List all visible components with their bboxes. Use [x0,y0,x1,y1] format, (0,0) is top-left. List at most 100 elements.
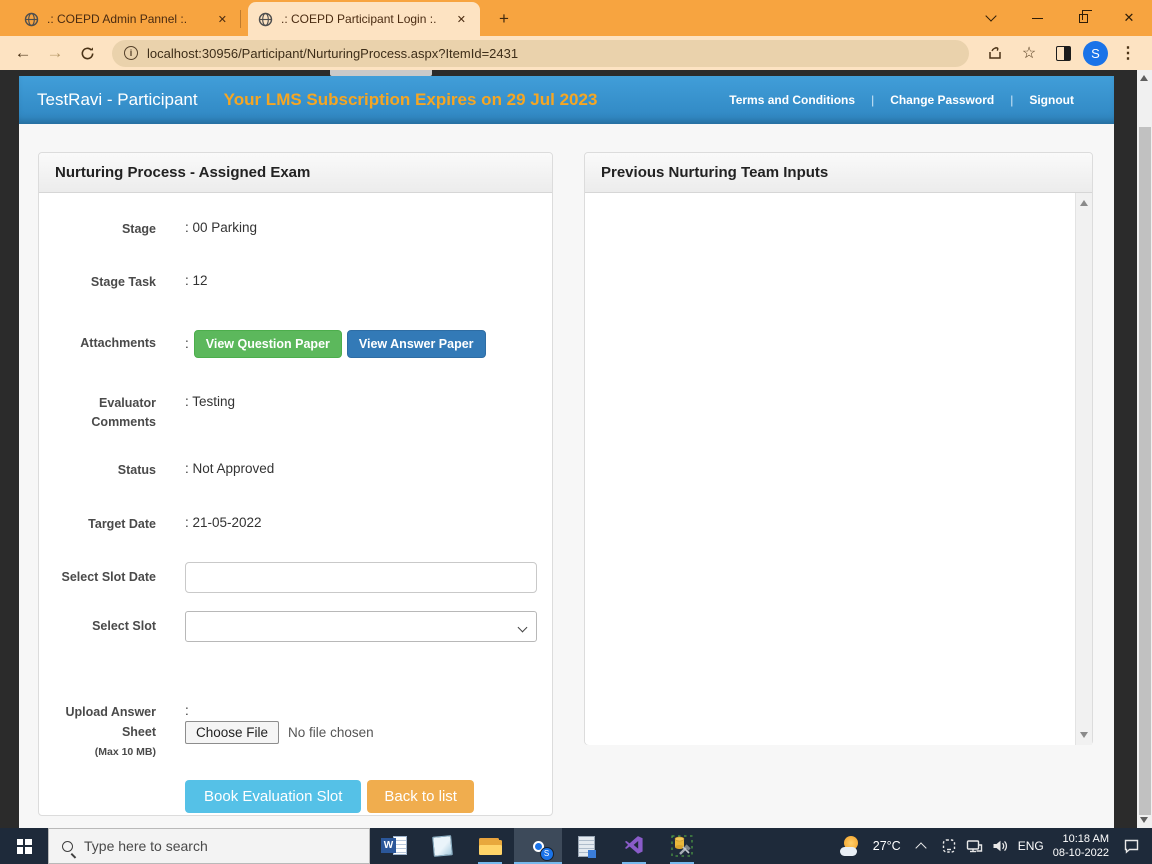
upload-control: : Choose File No file chosen [185,703,374,744]
scroll-up-icon[interactable] [1140,75,1148,81]
terms-link[interactable]: Terms and Conditions [725,93,859,107]
taskbar-item-word[interactable]: W [370,828,418,864]
tab-close-icon[interactable]: ✕ [214,11,231,28]
view-question-paper-button[interactable]: View Question Paper [194,330,342,358]
action-buttons-row: Book Evaluation Slot Back to list [39,780,552,813]
upload-label: Upload Answer Sheet (Max 10 MB) [39,703,156,761]
taskbar-item-chrome[interactable]: S [514,828,562,864]
header-links: Terms and Conditions | Change Password |… [725,93,1078,107]
share-button[interactable] [981,40,1009,66]
back-to-list-button[interactable]: Back to list [367,780,474,813]
site-header: TestRavi - Participant Your LMS Subscrip… [19,76,1114,124]
scroll-up-icon[interactable] [1080,200,1088,206]
minimize-button[interactable] [1014,0,1060,36]
slot-date-input[interactable] [185,562,537,593]
target-date-label: Target Date [39,515,156,534]
chevron-down-icon [985,10,996,21]
stage-value: : 00 Parking [185,220,257,235]
start-button[interactable] [0,828,48,864]
tab-close-icon[interactable]: ✕ [453,11,470,28]
taskbar-clock[interactable]: 10:18 AM 08-10-2022 [1053,832,1109,861]
stage-label: Stage [39,220,156,239]
view-answer-paper-button[interactable]: View Answer Paper [347,330,486,358]
visual-studio-icon [623,835,645,857]
target-date-value: : 21-05-2022 [185,515,262,530]
close-window-button[interactable]: ✕ [1106,0,1152,36]
dev-tool-icon [671,835,693,857]
back-button[interactable]: ← [10,40,36,66]
date-label: 08-10-2022 [1053,847,1109,859]
weather-icon[interactable] [840,836,864,856]
taskbar-item-dev-tool[interactable] [658,828,706,864]
reload-button[interactable] [74,40,100,66]
speaker-icon [992,838,1009,854]
taskbar-item-visual-studio[interactable] [610,828,658,864]
temperature-label[interactable]: 27°C [873,839,901,853]
slot-date-row: Select Slot Date [39,562,552,593]
action-center-button[interactable] [1118,838,1144,854]
taskbar-item-notepad[interactable] [418,828,466,864]
browser-menu-button[interactable]: ⋮ [1114,40,1142,66]
browser-tab-bar: .: COEPD Admin Pannel :. ✕ .: COEPD Part… [0,0,1152,36]
link-separator: | [871,93,874,107]
profile-avatar[interactable]: S [1083,41,1108,66]
tab-search-button[interactable] [968,0,1014,36]
notepad-icon [432,835,453,857]
search-input[interactable] [84,838,334,854]
stage-task-row: Stage Task : 12 [39,273,552,292]
taskbar-search[interactable] [48,828,370,864]
tab-title: .: COEPD Participant Login :. [281,12,445,26]
link-separator: | [1010,93,1013,107]
stage-task-label: Stage Task [39,273,156,292]
signout-link[interactable]: Signout [1025,93,1078,107]
tray-volume-button[interactable] [992,838,1009,854]
scrollbar-thumb[interactable] [1139,127,1151,815]
globe-favicon-icon [24,12,39,27]
slot-date-label: Select Slot Date [39,568,156,587]
forward-button[interactable]: → [42,40,68,66]
taskbar-item-document-app[interactable] [562,828,610,864]
side-panel-button[interactable] [1049,40,1077,66]
language-indicator[interactable]: ENG [1018,839,1044,853]
panel-header: Nurturing Process - Assigned Exam [39,153,552,193]
globe-favicon-icon [258,12,273,27]
scroll-down-icon[interactable] [1140,817,1148,823]
url-text: localhost:30956/Participant/NurturingPro… [147,46,518,61]
target-date-row: Target Date : 21-05-2022 [39,515,552,534]
bookmark-button[interactable]: ☆ [1015,40,1043,66]
page-info-icon[interactable]: i [124,46,138,60]
attachments-row: Attachments : View Question Paper View A… [39,330,552,358]
scroll-down-icon[interactable] [1080,732,1088,738]
tab-admin-panel[interactable]: .: COEPD Admin Pannel :. ✕ [14,2,241,36]
upload-row: Upload Answer Sheet (Max 10 MB) : Choose… [39,703,552,761]
previous-inputs-list [585,193,1092,745]
panel-scrollbar[interactable] [1075,193,1092,745]
choose-file-button[interactable]: Choose File [185,721,279,744]
evaluator-comments-row: Evaluator Comments : Testing [39,394,552,433]
subscription-notice: Your LMS Subscription Expires on 29 Jul … [224,90,598,110]
tab-participant-login[interactable]: .: COEPD Participant Login :. ✕ [248,2,480,36]
change-password-link[interactable]: Change Password [886,93,998,107]
slot-select[interactable] [185,611,537,642]
panel-header: Previous Nurturing Team Inputs [585,153,1092,193]
evaluator-comments-label: Evaluator Comments [39,394,156,433]
file-explorer-icon [479,838,502,855]
evaluator-comments-value: : Testing [185,394,235,409]
address-bar[interactable]: i localhost:30956/Participant/NurturingP… [112,40,969,67]
browser-scrollbar[interactable] [1137,70,1152,828]
share-icon [987,45,1003,61]
side-panel-icon [1056,46,1071,61]
book-evaluation-slot-button[interactable]: Book Evaluation Slot [185,780,361,813]
windows-logo-icon [17,839,32,854]
taskbar-item-file-explorer[interactable] [466,828,514,864]
previous-inputs-panel: Previous Nurturing Team Inputs [584,152,1093,745]
stage-task-value: : 12 [185,273,208,288]
tray-network-button[interactable] [966,838,983,854]
new-tab-button[interactable]: + [490,5,518,33]
attachments-label: Attachments [39,334,156,353]
tray-expand-button[interactable] [910,841,932,852]
page-content: Nurturing Process - Assigned Exam Stage … [19,124,1114,816]
reload-icon [80,46,95,61]
tray-tablet-button[interactable] [941,838,957,854]
restore-button[interactable] [1060,0,1106,36]
